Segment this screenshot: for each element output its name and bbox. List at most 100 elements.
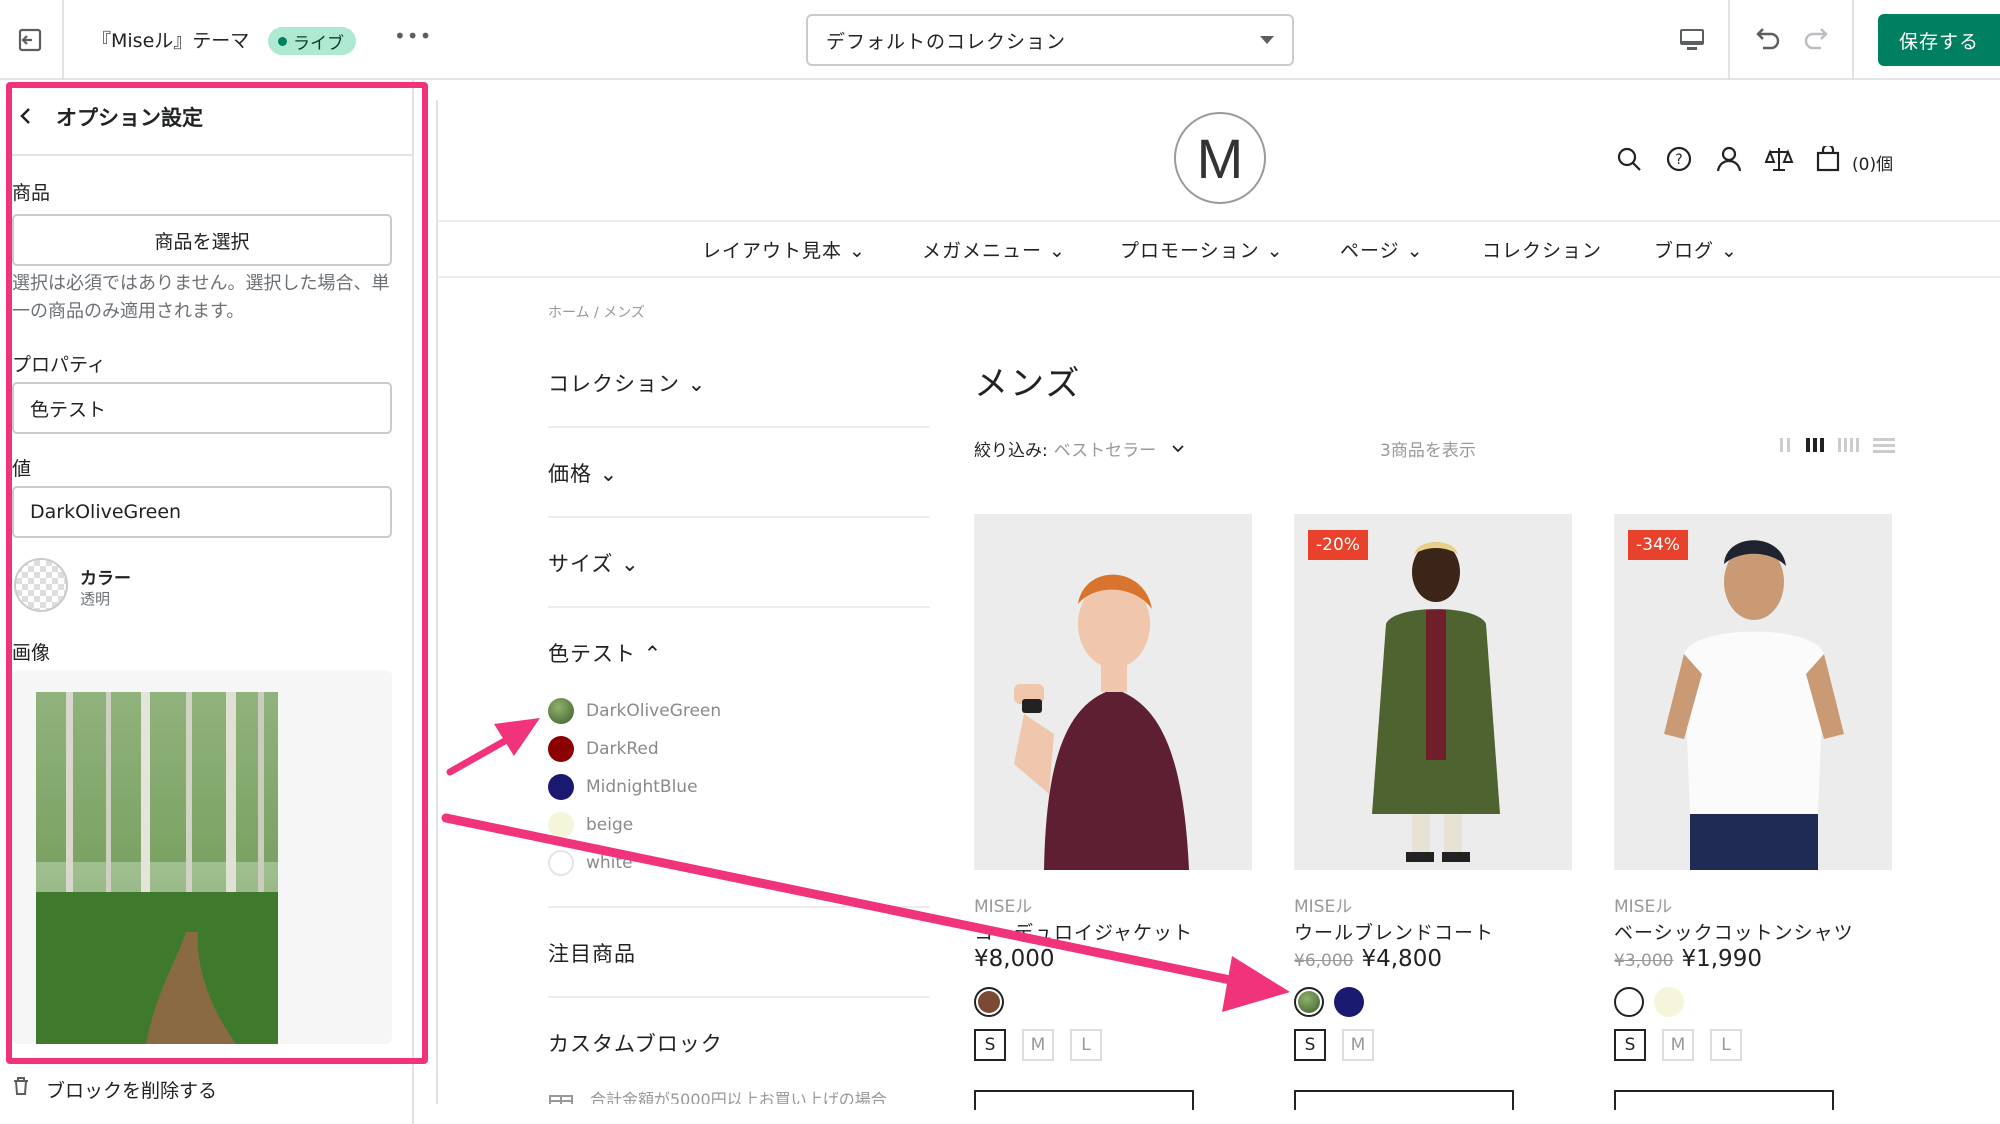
filter-color-test[interactable]: 色テスト ⌃: [548, 638, 662, 668]
logo-letter: M: [1196, 126, 1244, 190]
settings-panel: オプション設定 商品 商品を選択 選択は必須ではありません。選択した場合、単一の…: [0, 80, 414, 1124]
discount-badge: -20%: [1308, 530, 1368, 560]
size-option[interactable]: M: [1342, 1029, 1374, 1061]
help-icon[interactable]: ?: [1666, 146, 1692, 176]
product-price: ¥6,000 ¥4,800: [1294, 946, 1442, 972]
panel-title: オプション設定: [56, 106, 203, 130]
model-image: [1372, 542, 1500, 862]
color-filter-white[interactable]: white: [548, 850, 633, 876]
color-filter-darkolivegreen[interactable]: DarkOliveGreen: [548, 698, 721, 724]
size-option[interactable]: M: [1022, 1029, 1054, 1061]
color-swatch: [548, 736, 574, 762]
color-name: DarkOliveGreen: [586, 701, 722, 721]
caret-down-icon: [1260, 36, 1274, 44]
exit-icon[interactable]: [12, 22, 48, 58]
size-option[interactable]: S: [974, 1029, 1006, 1061]
undo-icon[interactable]: [1746, 22, 1786, 58]
nav-collection[interactable]: コレクション: [1482, 236, 1602, 263]
add-to-cart-button[interactable]: [974, 1090, 1194, 1110]
grid-3-icon[interactable]: [1804, 436, 1826, 454]
delete-block-button[interactable]: ブロックを削除する: [46, 1076, 217, 1103]
color-filter-beige[interactable]: beige: [548, 812, 633, 838]
discount-badge: -34%: [1628, 530, 1688, 560]
product-title[interactable]: コーデュロイジャケット: [974, 918, 1193, 945]
filter-collection[interactable]: コレクション ⌄: [548, 368, 706, 398]
compare-icon[interactable]: [1764, 146, 1794, 176]
color-name: MidnightBlue: [586, 777, 698, 797]
desktop-preview-icon[interactable]: [1672, 22, 1712, 58]
redo-icon[interactable]: [1798, 22, 1838, 58]
nav-layout[interactable]: レイアウト見本 ⌄: [702, 236, 866, 263]
collection-select[interactable]: デフォルトのコレクション: [806, 14, 1294, 66]
model-image: [1014, 574, 1189, 870]
product-image-wool-coat[interactable]: [1294, 514, 1572, 870]
add-to-cart-button[interactable]: [1614, 1090, 1834, 1110]
header-divider: [438, 220, 2000, 222]
chevron-down-icon: [1172, 439, 1184, 459]
select-product-button[interactable]: 商品を選択: [12, 214, 392, 266]
list-view-icon[interactable]: [1872, 436, 1896, 454]
search-icon[interactable]: [1616, 146, 1642, 176]
value-input[interactable]: DarkOliveGreen: [12, 486, 392, 538]
sort-dropdown[interactable]: 絞り込み: ベストセラー: [974, 436, 1184, 461]
store-logo[interactable]: M: [1174, 112, 1266, 204]
price-value: ¥1,990: [1681, 946, 1762, 972]
color-label: カラー: [80, 569, 131, 589]
value-label: 値: [12, 458, 32, 480]
live-badge: ライブ: [268, 27, 356, 55]
color-filter-darkred[interactable]: DarkRed: [548, 736, 659, 762]
product-title[interactable]: ウールブレンドコート: [1294, 918, 1494, 945]
nav-page[interactable]: ページ ⌄: [1340, 236, 1424, 263]
save-button[interactable]: 保存する: [1878, 14, 2000, 66]
filter-price[interactable]: 価格 ⌄: [548, 458, 618, 488]
grid-2-icon[interactable]: [1776, 436, 1794, 454]
value-value: DarkOliveGreen: [30, 501, 182, 523]
cart-icon[interactable]: [1816, 143, 1840, 176]
select-product-label: 商品を選択: [154, 230, 250, 253]
product-vendor: MISEル: [1294, 897, 1353, 917]
color-swatch-option[interactable]: [1614, 987, 1644, 1017]
product-price: ¥3,000 ¥1,990: [1614, 946, 1762, 972]
size-option[interactable]: L: [1710, 1029, 1742, 1061]
size-option[interactable]: S: [1294, 1029, 1326, 1061]
nav-mega-menu[interactable]: メガメニュー ⌄: [922, 236, 1066, 263]
color-swatch: [548, 850, 574, 876]
filter-size[interactable]: サイズ ⌄: [548, 548, 640, 578]
add-to-cart-button[interactable]: [1294, 1090, 1514, 1110]
grid-4-icon[interactable]: [1836, 436, 1862, 454]
image-label: 画像: [12, 642, 51, 664]
gift-icon: [548, 1088, 578, 1104]
sort-label: 絞り込み:: [974, 441, 1048, 461]
product-help-text: 選択は必須ではありません。選択した場合、単一の商品のみ適用されます。: [12, 273, 390, 322]
color-swatch-option[interactable]: [1334, 987, 1364, 1017]
size-option[interactable]: M: [1662, 1029, 1694, 1061]
breadcrumb[interactable]: ホーム / メンズ: [548, 302, 645, 322]
size-option[interactable]: S: [1614, 1029, 1646, 1061]
product-image-corduroy[interactable]: [974, 514, 1252, 870]
filter-featured[interactable]: 注目商品: [548, 938, 636, 968]
image-picker[interactable]: [12, 670, 392, 1044]
color-name: white: [586, 853, 633, 873]
product-title[interactable]: ベーシックコットンシャツ: [1614, 918, 1854, 945]
svg-text:?: ?: [1675, 152, 1682, 168]
color-picker-swatch[interactable]: [14, 558, 68, 612]
size-option[interactable]: L: [1070, 1029, 1102, 1061]
collection-select-value: デフォルトのコレクション: [826, 30, 1067, 53]
account-icon[interactable]: [1716, 146, 1742, 176]
nav-promotion[interactable]: プロモーション ⌄: [1120, 236, 1284, 263]
old-price: ¥6,000: [1294, 951, 1354, 971]
back-chevron-icon[interactable]: [16, 106, 36, 130]
color-swatch-option[interactable]: [1294, 987, 1324, 1017]
product-price: ¥8,000: [974, 946, 1054, 972]
property-input[interactable]: 色テスト: [12, 382, 392, 434]
filter-divider: [548, 516, 930, 518]
color-filter-midnightblue[interactable]: MidnightBlue: [548, 774, 698, 800]
color-swatch-option[interactable]: [974, 987, 1004, 1017]
color-swatch-option[interactable]: [1654, 987, 1684, 1017]
trash-icon[interactable]: [10, 1075, 32, 1101]
nav-blog[interactable]: ブログ ⌄: [1654, 236, 1738, 263]
product-vendor: MISEル: [1614, 897, 1673, 917]
divider: [12, 154, 412, 156]
product-image-cotton-shirt[interactable]: [1614, 514, 1892, 870]
more-actions-button[interactable]: •••: [394, 24, 432, 48]
